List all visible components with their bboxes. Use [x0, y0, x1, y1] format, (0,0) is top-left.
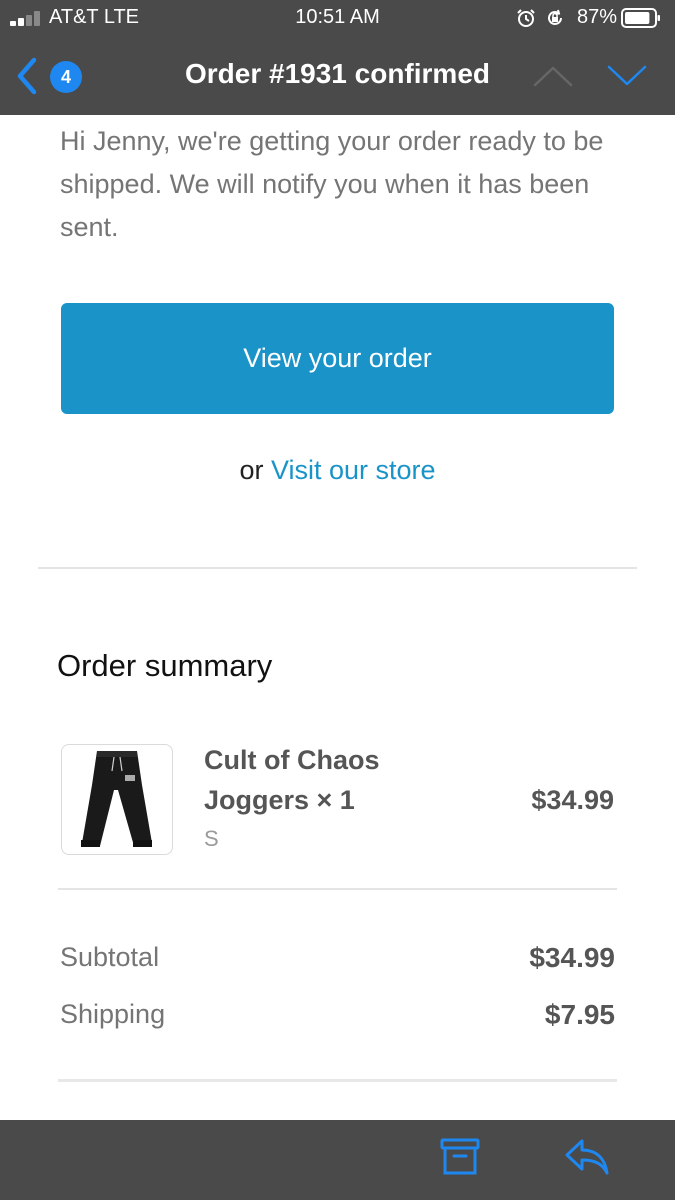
- reply-icon[interactable]: [564, 1137, 610, 1177]
- alternative-link-line: or Visit our store: [0, 455, 675, 486]
- status-icons: [516, 7, 565, 29]
- subtotal-value: $34.99: [529, 942, 615, 973]
- item-price: $34.99: [531, 785, 614, 815]
- intro-text: Hi Jenny, we're getting your order ready…: [60, 126, 604, 242]
- product-thumbnail[interactable]: [61, 744, 173, 855]
- battery-percent: 87%: [576, 6, 617, 28]
- status-bar: AT&T LTE 10:51 AM 87%: [0, 0, 675, 36]
- nav-bar: 4 Order #1931 confirmed: [0, 36, 675, 115]
- header: AT&T LTE 10:51 AM 87% 4 Order #1931 conf…: [0, 0, 675, 115]
- clock: 10:51 AM: [295, 6, 380, 28]
- view-order-button[interactable]: View your order: [61, 303, 614, 414]
- shipping-value: $7.95: [544, 999, 615, 1030]
- archive-icon[interactable]: [440, 1137, 480, 1177]
- visit-store-link[interactable]: Visit our store: [271, 455, 436, 485]
- item-variant: S: [204, 826, 219, 851]
- subtotal-label: Subtotal: [60, 942, 160, 972]
- divider: [38, 567, 637, 569]
- battery-icon: [621, 8, 660, 28]
- divider: [58, 888, 617, 890]
- alarm-icon: [517, 9, 535, 27]
- alt-prefix: or: [239, 455, 264, 485]
- divider: [58, 1079, 617, 1082]
- chevron-down-icon[interactable]: [606, 64, 648, 88]
- joggers-product-image: [81, 751, 152, 847]
- item-name: Cult of Chaos Joggers × 1: [204, 745, 380, 815]
- bottom-toolbar: [0, 1120, 675, 1200]
- rotation-lock-icon: [548, 9, 562, 25]
- order-summary-heading: Order summary: [57, 648, 273, 683]
- shipping-label: Shipping: [60, 999, 166, 1029]
- chevron-up-icon[interactable]: [532, 64, 574, 88]
